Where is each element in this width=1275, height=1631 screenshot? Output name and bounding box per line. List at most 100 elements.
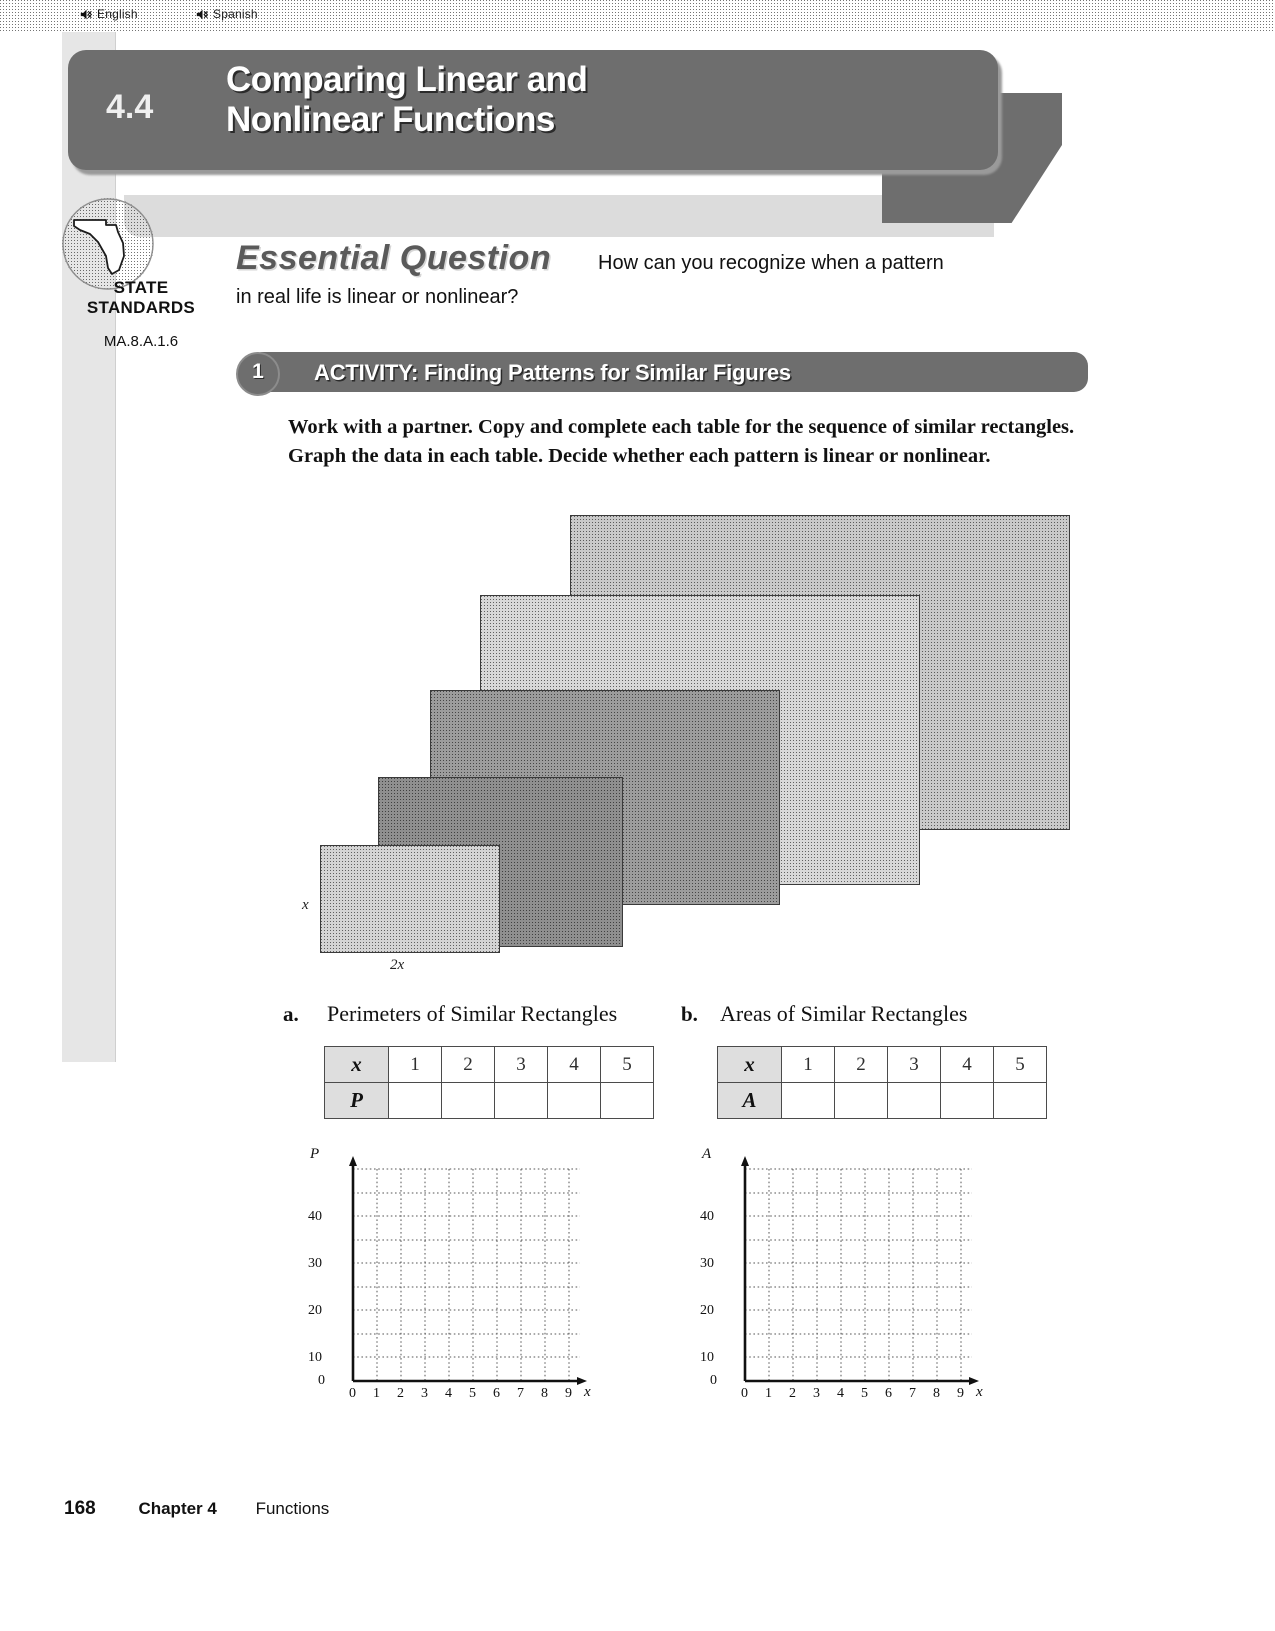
x-tick-label: 8 bbox=[933, 1386, 940, 1401]
x-tick-label: 9 bbox=[565, 1386, 572, 1401]
y-tick-label: 0 bbox=[710, 1373, 717, 1388]
x-tick-label: 6 bbox=[493, 1386, 500, 1401]
x-tick-label: 4 bbox=[837, 1386, 844, 1401]
table-cell[interactable]: 1 bbox=[388, 1046, 442, 1083]
x-tick-label: 7 bbox=[517, 1386, 524, 1401]
x-tick-label: 9 bbox=[957, 1386, 964, 1401]
standards-label: STATE STANDARDS bbox=[56, 278, 226, 317]
table-cell[interactable] bbox=[441, 1082, 495, 1119]
y-tick-label: 10 bbox=[308, 1350, 322, 1365]
perimeter-graph-svg[interactable] bbox=[330, 1155, 590, 1405]
y-tick-label: 40 bbox=[308, 1209, 322, 1224]
language-label-english: English bbox=[97, 7, 138, 21]
banner-plate: 4.4 Comparing Linear and Nonlinear Funct… bbox=[68, 50, 998, 170]
x-tick-label: 5 bbox=[469, 1386, 476, 1401]
activity-number: 1 bbox=[252, 360, 264, 383]
table-row: x 1 2 3 4 5 bbox=[324, 1046, 654, 1083]
y-tick-label: 40 bbox=[700, 1209, 714, 1224]
table-cell[interactable] bbox=[388, 1082, 442, 1119]
table-cell[interactable] bbox=[887, 1082, 941, 1119]
y-tick-label: 0 bbox=[318, 1373, 325, 1388]
perimeter-graph-x-label: x bbox=[584, 1384, 591, 1400]
language-option-spanish[interactable]: Spanish bbox=[196, 7, 258, 21]
standards-label-line2: STANDARDS bbox=[86, 297, 196, 317]
activity-instructions: Work with a partner. Copy and complete e… bbox=[288, 416, 1075, 468]
speaker-icon bbox=[196, 8, 209, 21]
y-tick-label: 30 bbox=[308, 1256, 322, 1271]
table-row-header-x: x bbox=[717, 1046, 782, 1083]
activity-label: ACTIVITY: Finding Patterns for Similar F… bbox=[314, 360, 791, 385]
language-option-english[interactable]: English bbox=[80, 7, 138, 21]
language-toolbar: English Spanish bbox=[0, 0, 1275, 32]
perimeter-graph[interactable]: P 0 10 20 30 40 0 1 2 3 4 5 6 7 8 9 x bbox=[308, 1146, 591, 1405]
page-footer: 168 Chapter 4 Functions bbox=[64, 1498, 564, 1520]
figure-height-label: x bbox=[302, 897, 309, 913]
speaker-icon bbox=[80, 8, 93, 21]
essential-question-line1: How can you recognize when a pattern bbox=[598, 252, 944, 274]
table-cell[interactable]: 3 bbox=[887, 1046, 941, 1083]
table-cell[interactable] bbox=[940, 1082, 994, 1119]
activity-header: 1 ACTIVITY: Finding Patterns for Similar… bbox=[236, 352, 1088, 396]
x-tick-label: 2 bbox=[397, 1386, 404, 1401]
page-title-line1: Comparing Linear and bbox=[226, 60, 588, 99]
table-cell[interactable] bbox=[600, 1082, 654, 1119]
page-title-line2: Nonlinear Functions bbox=[226, 100, 555, 140]
table-row: x 1 2 3 4 5 bbox=[717, 1046, 1047, 1083]
area-graph[interactable]: A 0 10 20 30 40 0 1 2 3 4 5 6 7 8 9 x bbox=[700, 1146, 983, 1405]
table-cell[interactable]: 4 bbox=[547, 1046, 601, 1083]
essential-question-line2: in real life is linear or nonlinear? bbox=[236, 286, 519, 308]
table-cell[interactable]: 2 bbox=[834, 1046, 888, 1083]
table-cell[interactable]: 5 bbox=[993, 1046, 1047, 1083]
table-cell[interactable]: 3 bbox=[494, 1046, 548, 1083]
section-header: 4.4 Comparing Linear and Nonlinear Funct… bbox=[62, 45, 1072, 237]
table-cell[interactable] bbox=[547, 1082, 601, 1119]
table-cell[interactable] bbox=[993, 1082, 1047, 1119]
section-number: 4.4 bbox=[106, 88, 154, 126]
page-number: 168 bbox=[64, 1498, 96, 1519]
y-tick-label: 20 bbox=[308, 1303, 322, 1318]
y-tick-label: 20 bbox=[700, 1303, 714, 1318]
standards-code: MA.8.A.1.6 bbox=[103, 333, 179, 350]
x-tick-label: 1 bbox=[765, 1386, 772, 1401]
part-a-letter: a. bbox=[283, 1002, 299, 1026]
table-cell[interactable]: 1 bbox=[781, 1046, 835, 1083]
x-tick-label: 0 bbox=[349, 1386, 356, 1401]
part-a-title: Perimeters of Similar Rectangles bbox=[327, 1001, 618, 1026]
table-cell[interactable]: 4 bbox=[940, 1046, 994, 1083]
area-graph-y-label: A bbox=[702, 1146, 712, 1162]
standards-label-line1: STATE bbox=[113, 278, 169, 297]
x-tick-label: 2 bbox=[789, 1386, 796, 1401]
part-b-title: Areas of Similar Rectangles bbox=[720, 1001, 968, 1026]
table-cell[interactable] bbox=[781, 1082, 835, 1119]
x-tick-label: 8 bbox=[541, 1386, 548, 1401]
table-row-header-x: x bbox=[324, 1046, 389, 1083]
x-tick-label: 4 bbox=[445, 1386, 452, 1401]
table-row-header-p: P bbox=[324, 1082, 389, 1119]
part-b-letter: b. bbox=[681, 1002, 698, 1026]
y-tick-label: 30 bbox=[700, 1256, 714, 1271]
similar-rectangle-1 bbox=[320, 845, 500, 953]
table-row: P bbox=[324, 1082, 654, 1119]
essential-question-heading: Essential Question bbox=[236, 239, 552, 277]
similar-rectangles-figure: x 2x bbox=[290, 505, 1080, 985]
banner-tail-base bbox=[124, 195, 994, 237]
area-table[interactable]: x 1 2 3 4 5 A bbox=[717, 1046, 1047, 1119]
page-title: Comparing Linear and Nonlinear Functions bbox=[226, 60, 966, 141]
perimeter-table[interactable]: x 1 2 3 4 5 P bbox=[324, 1046, 654, 1119]
x-tick-label: 3 bbox=[813, 1386, 820, 1401]
florida-state-outline-icon bbox=[62, 198, 154, 290]
table-row-header-a: A bbox=[717, 1082, 782, 1119]
x-tick-label: 6 bbox=[885, 1386, 892, 1401]
footer-unit: Functions bbox=[255, 1499, 330, 1518]
x-tick-label: 7 bbox=[909, 1386, 916, 1401]
table-cell[interactable]: 2 bbox=[441, 1046, 495, 1083]
x-tick-label: 0 bbox=[741, 1386, 748, 1401]
table-cell[interactable]: 5 bbox=[600, 1046, 654, 1083]
table-cell[interactable] bbox=[834, 1082, 888, 1119]
table-cell[interactable] bbox=[494, 1082, 548, 1119]
footer-chapter: Chapter 4 bbox=[138, 1499, 217, 1518]
x-tick-label: 3 bbox=[421, 1386, 428, 1401]
table-row: A bbox=[717, 1082, 1047, 1119]
language-label-spanish: Spanish bbox=[213, 7, 258, 21]
area-graph-svg[interactable] bbox=[722, 1155, 982, 1405]
